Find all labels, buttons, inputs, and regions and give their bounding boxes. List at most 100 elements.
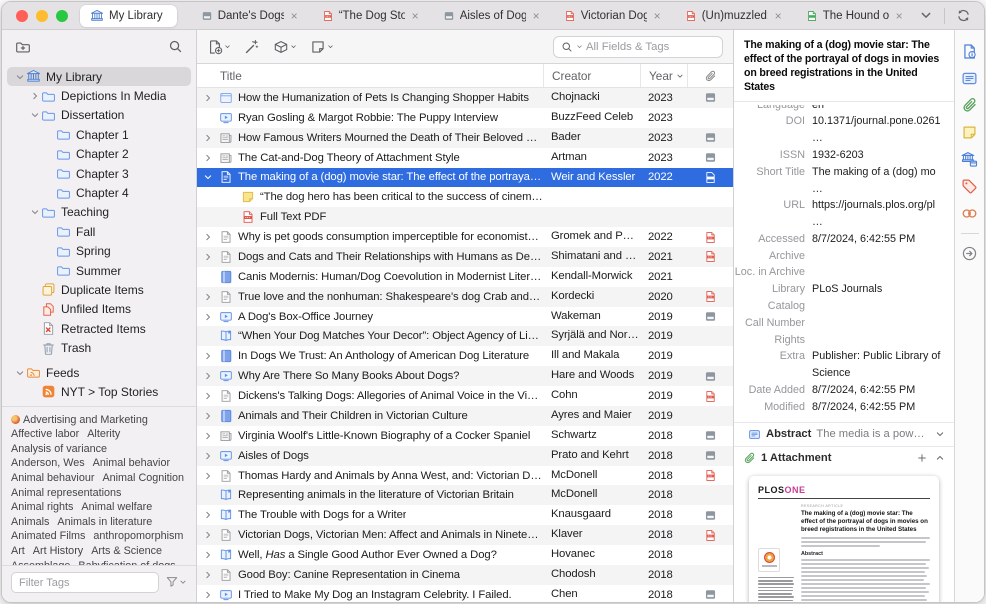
tag[interactable]: Animal behaviour <box>11 471 94 486</box>
field-value[interactable]: 8/7/2024, 6:42:55 PM <box>812 399 948 416</box>
tag[interactable]: Animal behavior <box>93 456 170 471</box>
twisty[interactable] <box>201 232 214 242</box>
close-tab-icon[interactable]: × <box>291 10 298 22</box>
sidebar-item-chapter-3[interactable]: Chapter 3 <box>7 164 191 183</box>
sidebar-item-retracted-items[interactable]: Retracted Items <box>7 319 191 338</box>
zoom-window-button[interactable] <box>56 10 68 22</box>
field-value[interactable]: 10.1371/journal.pone.0261 … <box>812 113 948 147</box>
twisty[interactable] <box>28 91 41 101</box>
sidebar-item-summer[interactable]: Summer <box>7 261 191 280</box>
sidebar-item-nyt-top-stories[interactable]: NYT > Top Stories <box>7 382 191 401</box>
reader-tab[interactable]: Aisles of Dogs - Pra× <box>433 5 550 27</box>
close-tab-icon[interactable]: × <box>412 10 419 22</box>
twisty[interactable] <box>201 431 214 441</box>
field-value[interactable]: 8/7/2024, 6:42:55 PM <box>812 231 948 248</box>
tag[interactable]: Arts & Science <box>91 544 162 559</box>
item-row[interactable]: Aisles of DogsPrato and Kehrt2018 <box>197 446 733 466</box>
close-tab-icon[interactable]: × <box>775 10 782 22</box>
item-row[interactable]: Thomas Hardy and Animals by Anna West, a… <box>197 466 733 486</box>
close-tab-icon[interactable]: × <box>533 10 540 22</box>
reader-tab[interactable]: “The Dog Stole the× <box>312 5 429 27</box>
twisty[interactable] <box>201 451 214 461</box>
twisty[interactable] <box>201 252 214 262</box>
twisty[interactable] <box>201 351 214 361</box>
attachment-preview[interactable]: PLOSONE <box>734 470 954 602</box>
tag[interactable]: Animals <box>11 515 49 530</box>
libraries-pane-button[interactable] <box>961 151 978 168</box>
filter-tags-input[interactable]: Filter Tags <box>11 572 159 593</box>
field-value[interactable]: en <box>812 105 948 113</box>
reader-tab[interactable]: (Un)muzzled: Dogs× <box>675 5 792 27</box>
item-row[interactable]: Virginia Woolf's Little-Known Biography … <box>197 426 733 446</box>
close-window-button[interactable] <box>16 10 28 22</box>
field-value[interactable]: Publisher: Public Library of Science <box>812 348 948 382</box>
sidebar-item-duplicate-items[interactable]: Duplicate Items <box>7 280 191 299</box>
twisty[interactable] <box>13 368 26 378</box>
sidebar-item-chapter-2[interactable]: Chapter 2 <box>7 145 191 164</box>
tag[interactable]: Animal representations <box>11 486 121 501</box>
item-row[interactable]: Animals and Their Children in Victorian … <box>197 406 733 426</box>
tabs-menu-button[interactable] <box>914 7 938 25</box>
tag[interactable]: Art <box>11 544 25 559</box>
item-row[interactable]: “The dog hero has been critical to the s… <box>197 187 733 207</box>
field-value[interactable] <box>812 248 948 265</box>
add-attachment-button[interactable] <box>273 39 297 55</box>
item-row[interactable]: In Dogs We Trust: An Anthology of Americ… <box>197 346 733 366</box>
twisty[interactable] <box>28 110 41 120</box>
item-row[interactable]: Why Are There So Many Books About Dogs?H… <box>197 366 733 386</box>
twisty[interactable] <box>13 72 26 82</box>
field-value[interactable] <box>812 315 948 332</box>
item-row[interactable]: How the Humanization of Pets Is Changing… <box>197 88 733 108</box>
tags-pane-button[interactable] <box>961 178 978 195</box>
column-creator[interactable]: Creator <box>543 64 640 87</box>
item-row[interactable]: Well, Has a Single Good Author Ever Owne… <box>197 545 733 565</box>
twisty[interactable] <box>201 550 214 560</box>
item-row[interactable]: The making of a (dog) movie star: The ef… <box>197 168 733 188</box>
close-tab-icon[interactable]: × <box>896 10 903 22</box>
abstract-pane-button[interactable] <box>961 70 978 87</box>
tag[interactable]: Alterity <box>87 427 120 442</box>
twisty[interactable] <box>201 153 214 163</box>
collection-search-button[interactable] <box>168 38 183 56</box>
item-row[interactable]: The Trouble with Dogs for a WriterKnausg… <box>197 505 733 525</box>
reader-tab[interactable]: Victorian Dogs, Vict× <box>554 5 671 27</box>
item-row[interactable]: Good Boy: Canine Representation in Cinem… <box>197 565 733 585</box>
twisty[interactable] <box>201 371 214 381</box>
tab-my-library[interactable]: My Library <box>80 5 177 27</box>
twisty[interactable] <box>201 530 214 540</box>
twisty[interactable] <box>201 570 214 580</box>
field-value[interactable] <box>812 332 948 349</box>
minimize-window-button[interactable] <box>36 10 48 22</box>
attachments-pane-button[interactable] <box>961 97 978 114</box>
add-by-identifier-button[interactable] <box>244 39 260 55</box>
twisty[interactable] <box>201 510 214 520</box>
twisty[interactable] <box>201 312 214 322</box>
twisty[interactable] <box>28 207 41 217</box>
item-row[interactable]: How Famous Writers Mourned the Death of … <box>197 128 733 148</box>
field-value[interactable]: 8/7/2024, 6:42:55 PM <box>812 382 948 399</box>
tag-filter-options-button[interactable] <box>165 574 187 592</box>
item-row[interactable]: “When Your Dog Matches Your Decor”: Obje… <box>197 326 733 346</box>
info-pane-button[interactable] <box>961 43 978 60</box>
tag[interactable]: Animal rights <box>11 500 73 515</box>
twisty[interactable] <box>201 391 214 401</box>
sync-button[interactable] <box>951 7 976 25</box>
reader-tab[interactable]: The Hound of the Ba× <box>796 5 913 27</box>
twisty[interactable] <box>201 411 214 421</box>
reader-tab[interactable]: Dante's Dogs - Man× <box>191 5 308 27</box>
field-value[interactable]: The making of a (dog) mo … <box>812 164 948 198</box>
sidebar-item-depictions-in-media[interactable]: Depictions In Media <box>7 86 191 105</box>
tag[interactable]: Animal welfare <box>81 500 152 515</box>
new-note-button[interactable] <box>310 39 334 55</box>
sidebar-item-chapter-1[interactable]: Chapter 1 <box>7 125 191 144</box>
item-row[interactable]: Canis Modernis: Human/Dog Coevolution in… <box>197 267 733 287</box>
twisty[interactable] <box>201 93 214 103</box>
sidebar-item-dissertation[interactable]: Dissertation <box>7 106 191 125</box>
add-attachment-button[interactable] <box>916 452 928 464</box>
sidebar-item-trash[interactable]: Trash <box>7 338 191 357</box>
sidebar-item-spring[interactable]: Spring <box>7 242 191 261</box>
notes-pane-button[interactable] <box>961 124 978 141</box>
item-row[interactable]: Dogs and Cats and Their Relationships wi… <box>197 247 733 267</box>
twisty[interactable] <box>201 172 214 182</box>
tag[interactable]: Animals in literature <box>57 515 152 530</box>
